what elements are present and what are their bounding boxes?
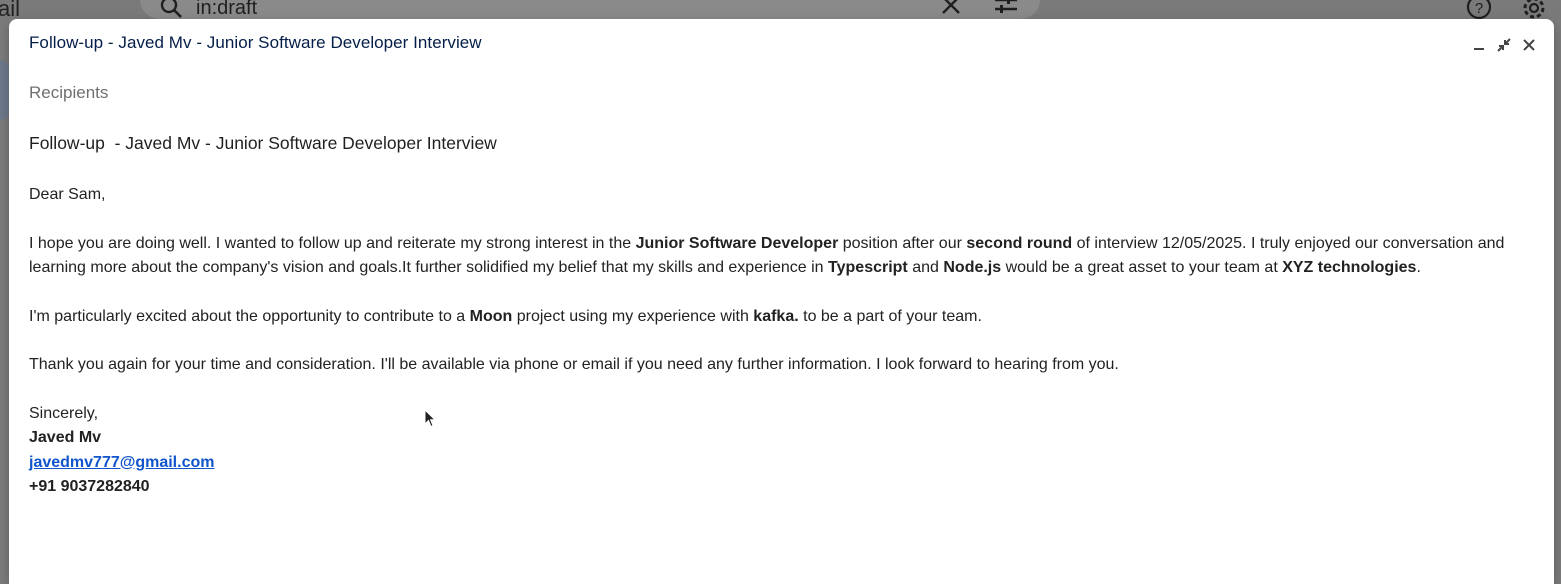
bold-text: XYZ technologies (1282, 259, 1417, 276)
clear-search-icon[interactable] (940, 0, 962, 21)
text-run: and (907, 259, 944, 276)
text-run: I hope you are doing well. I wanted to f… (29, 234, 636, 252)
body-paragraph-1: I hope you are doing well. I wanted to f… (29, 232, 1539, 281)
signature-closing: Sincerely, (29, 404, 99, 422)
search-query[interactable]: in:draft (196, 0, 257, 20)
email-link[interactable]: javedmv777@gmail.com (29, 454, 214, 471)
mouse-pointer-icon (424, 408, 438, 434)
text-run: would be a great asset to your team at (1001, 259, 1283, 276)
subject-field[interactable]: Follow-up - Javed Mv - Junior Software D… (29, 133, 497, 154)
close-icon[interactable] (1519, 35, 1539, 55)
message-body[interactable]: Dear Sam, I hope you are doing well. I w… (29, 183, 1539, 500)
text-run: project using my experience with (512, 307, 754, 325)
signature-name-text: Javed Mv (29, 429, 102, 446)
text-run: position after our (838, 234, 967, 252)
body-paragraph-3: Thank you again for your time and consid… (29, 356, 1119, 373)
recipients-field[interactable]: Recipients (29, 83, 108, 103)
minimize-icon[interactable] (1469, 35, 1489, 55)
bold-text: kafka. (753, 307, 799, 325)
bold-text: Typescript (828, 259, 908, 276)
signature-email: javedmv777@gmail.com (29, 451, 1539, 476)
text-run: . (1416, 259, 1421, 276)
phone-number: +91 9037282840 (29, 478, 150, 495)
svg-text:?: ? (1475, 0, 1483, 17)
bold-text: second round (966, 234, 1073, 252)
bold-text: Junior Software Developer (635, 234, 839, 252)
signature-name: Javed Mv (29, 426, 1539, 451)
body-paragraph-2: I'm particularly excited about the oppor… (29, 305, 1539, 330)
search-bar[interactable] (140, 0, 1040, 19)
greeting: Dear Sam, (29, 186, 106, 203)
signature-phone: +91 9037282840 (29, 475, 1539, 500)
text-run: I'm particularly excited about the oppor… (29, 307, 470, 325)
bold-text: Node.js (943, 259, 1002, 276)
text-run: to be a part of your team. (798, 307, 982, 325)
compose-dialog: Follow-up - Javed Mv - Junior Software D… (9, 19, 1554, 584)
right-edge (1554, 19, 1561, 584)
exit-full-screen-icon[interactable] (1494, 35, 1514, 55)
compose-title[interactable]: Follow-up - Javed Mv - Junior Software D… (29, 33, 482, 53)
bold-text: Moon (469, 307, 513, 325)
